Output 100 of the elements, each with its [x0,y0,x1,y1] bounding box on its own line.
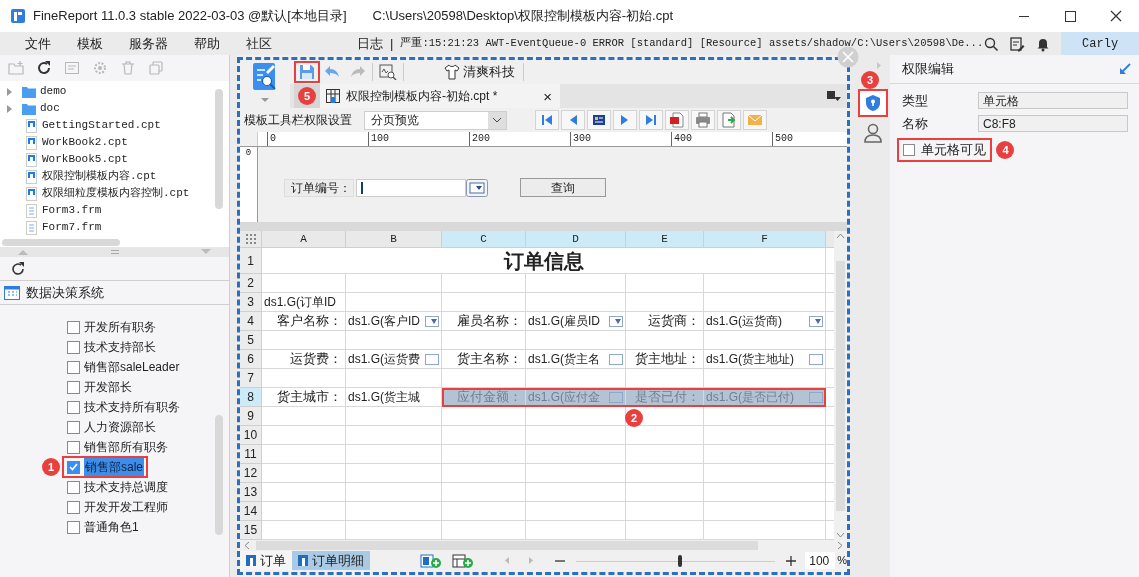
role-item[interactable]: 技术支持所有职务 [84,398,180,416]
row-header[interactable]: 13 [240,483,262,502]
sheet-tab[interactable]: 订单明细 [292,551,370,570]
sheet-tab[interactable]: 订单 [240,551,292,570]
file-tree-item[interactable]: 权限细粒度模板内容控制.cpt [42,185,190,202]
query-button[interactable]: 查询 [520,178,606,197]
role-item[interactable]: 技术支持总调度 [84,478,168,496]
file-tree-item[interactable]: Form7.frm [42,219,102,236]
select-all-icon[interactable] [244,234,257,244]
file-tree-item[interactable]: Form3.frm [42,202,102,219]
row-header[interactable]: 6 [240,350,262,369]
caret-icon[interactable] [261,98,269,103]
vertical-scrollbar[interactable] [215,415,223,535]
view-mode-dropdown[interactable]: 分页预览 [364,110,507,130]
splitter-grip-icon[interactable] [110,250,119,254]
person-icon[interactable] [864,123,882,143]
row-header[interactable]: 3 [240,293,262,312]
row-header[interactable]: 8 [240,388,262,407]
menu-item[interactable]: 文件 [25,33,51,54]
role-item[interactable]: 销售部sale [84,458,144,476]
search-icon[interactable] [983,35,1000,52]
row-header[interactable]: 10 [240,426,262,445]
row-header[interactable]: 14 [240,502,262,521]
scroll-up-icon[interactable] [836,233,845,239]
column-header[interactable]: A [262,231,346,248]
checkbox[interactable] [67,400,80,414]
row-header[interactable]: 2 [240,274,262,293]
platform-title[interactable]: 数据决策系统 [26,282,104,303]
user-name[interactable]: Carly [1061,32,1139,55]
column-header[interactable]: D [526,231,626,248]
checkbox[interactable] [67,460,80,474]
print-button[interactable] [691,110,715,130]
checkbox[interactable] [67,480,80,494]
save-button[interactable] [294,61,320,83]
row-header[interactable]: 4 [240,312,262,331]
document-tab[interactable]: 权限控制模板内容-初始.cpt * × [320,84,560,108]
preview-icon[interactable] [379,64,397,80]
checkbox[interactable] [67,440,80,454]
file-tree-item[interactable]: GettingStarted.cpt [42,117,161,134]
row-header[interactable]: 11 [240,445,262,464]
column-header[interactable]: F [704,231,826,248]
order-number-field[interactable] [356,178,466,197]
checkbox[interactable] [67,340,80,354]
horizontal-scrollbar[interactable] [2,239,120,246]
menu-item[interactable]: 服务器 [129,33,168,54]
add-dashboard-sheet-icon[interactable] [452,553,474,568]
row-header[interactable]: 5 [240,331,262,350]
role-item[interactable]: 技术支持部长 [84,338,156,356]
next-page-button[interactable] [613,110,637,130]
role-item[interactable]: 普通角色1 [84,518,139,536]
scroll-right-icon[interactable] [528,556,534,565]
export-button[interactable] [717,110,741,130]
menu-item[interactable]: 模板 [77,33,103,54]
log-label[interactable]: 日志 [357,33,383,54]
checkbox[interactable] [67,420,80,434]
role-item[interactable]: 销售部saleLeader [84,358,180,376]
column-header[interactable]: C [442,231,526,248]
row-header[interactable]: 12 [240,464,262,483]
checkbox[interactable] [67,320,80,334]
zoom-in-icon[interactable] [785,554,798,567]
vertical-scrollbar[interactable] [834,231,847,540]
column-header[interactable]: B [346,231,442,248]
role-item[interactable]: 开发部长 [84,378,132,396]
checkbox[interactable] [67,380,80,394]
refresh-icon[interactable] [10,260,26,277]
role-item[interactable]: 销售部所有职务 [84,438,168,456]
shirt-icon[interactable] [444,64,460,80]
checkbox[interactable] [67,520,80,534]
column-header[interactable]: E [626,231,704,248]
file-tree-item[interactable]: doc [40,100,60,117]
vertical-scrollbar[interactable] [215,89,223,209]
scroll-left-icon[interactable] [244,541,250,550]
copy-icon[interactable] [148,60,164,76]
file-tree-item[interactable]: 权限控制模板内容.cpt [42,168,157,185]
refresh-icon[interactable] [36,60,52,76]
new-folder-icon[interactable] [8,60,24,76]
menu-item[interactable]: 社区 [246,33,272,54]
checkbox[interactable] [67,360,80,374]
zoom-field[interactable]: 100 [805,552,836,569]
scroll-right-icon[interactable] [837,541,843,550]
slider-thumb[interactable] [677,554,682,567]
dropdown-button-icon[interactable] [466,178,488,197]
settings-icon[interactable] [92,60,108,76]
note-edit-icon[interactable] [1009,35,1026,52]
row-header[interactable]: 9 [240,407,262,426]
collapse-arrow-icon[interactable] [1119,63,1131,75]
scroll-left-icon[interactable] [504,556,510,565]
scrollbar-thumb[interactable] [256,541,758,550]
previous-page-button[interactable] [561,110,585,130]
checkbox[interactable] [67,500,80,514]
pdf-export-button[interactable] [665,110,689,130]
file-tree-item[interactable]: WorkBook5.cpt [42,151,128,168]
theme-name[interactable]: 清爽科技 [463,62,515,82]
scroll-down-icon[interactable] [836,532,845,538]
role-item[interactable]: 开发开发工程师 [84,498,168,516]
delete-icon[interactable] [120,60,136,76]
email-button[interactable] [743,110,767,130]
add-report-sheet-icon[interactable] [420,553,442,568]
role-item[interactable]: 开发所有职务 [84,318,156,336]
last-page-button[interactable] [639,110,663,130]
